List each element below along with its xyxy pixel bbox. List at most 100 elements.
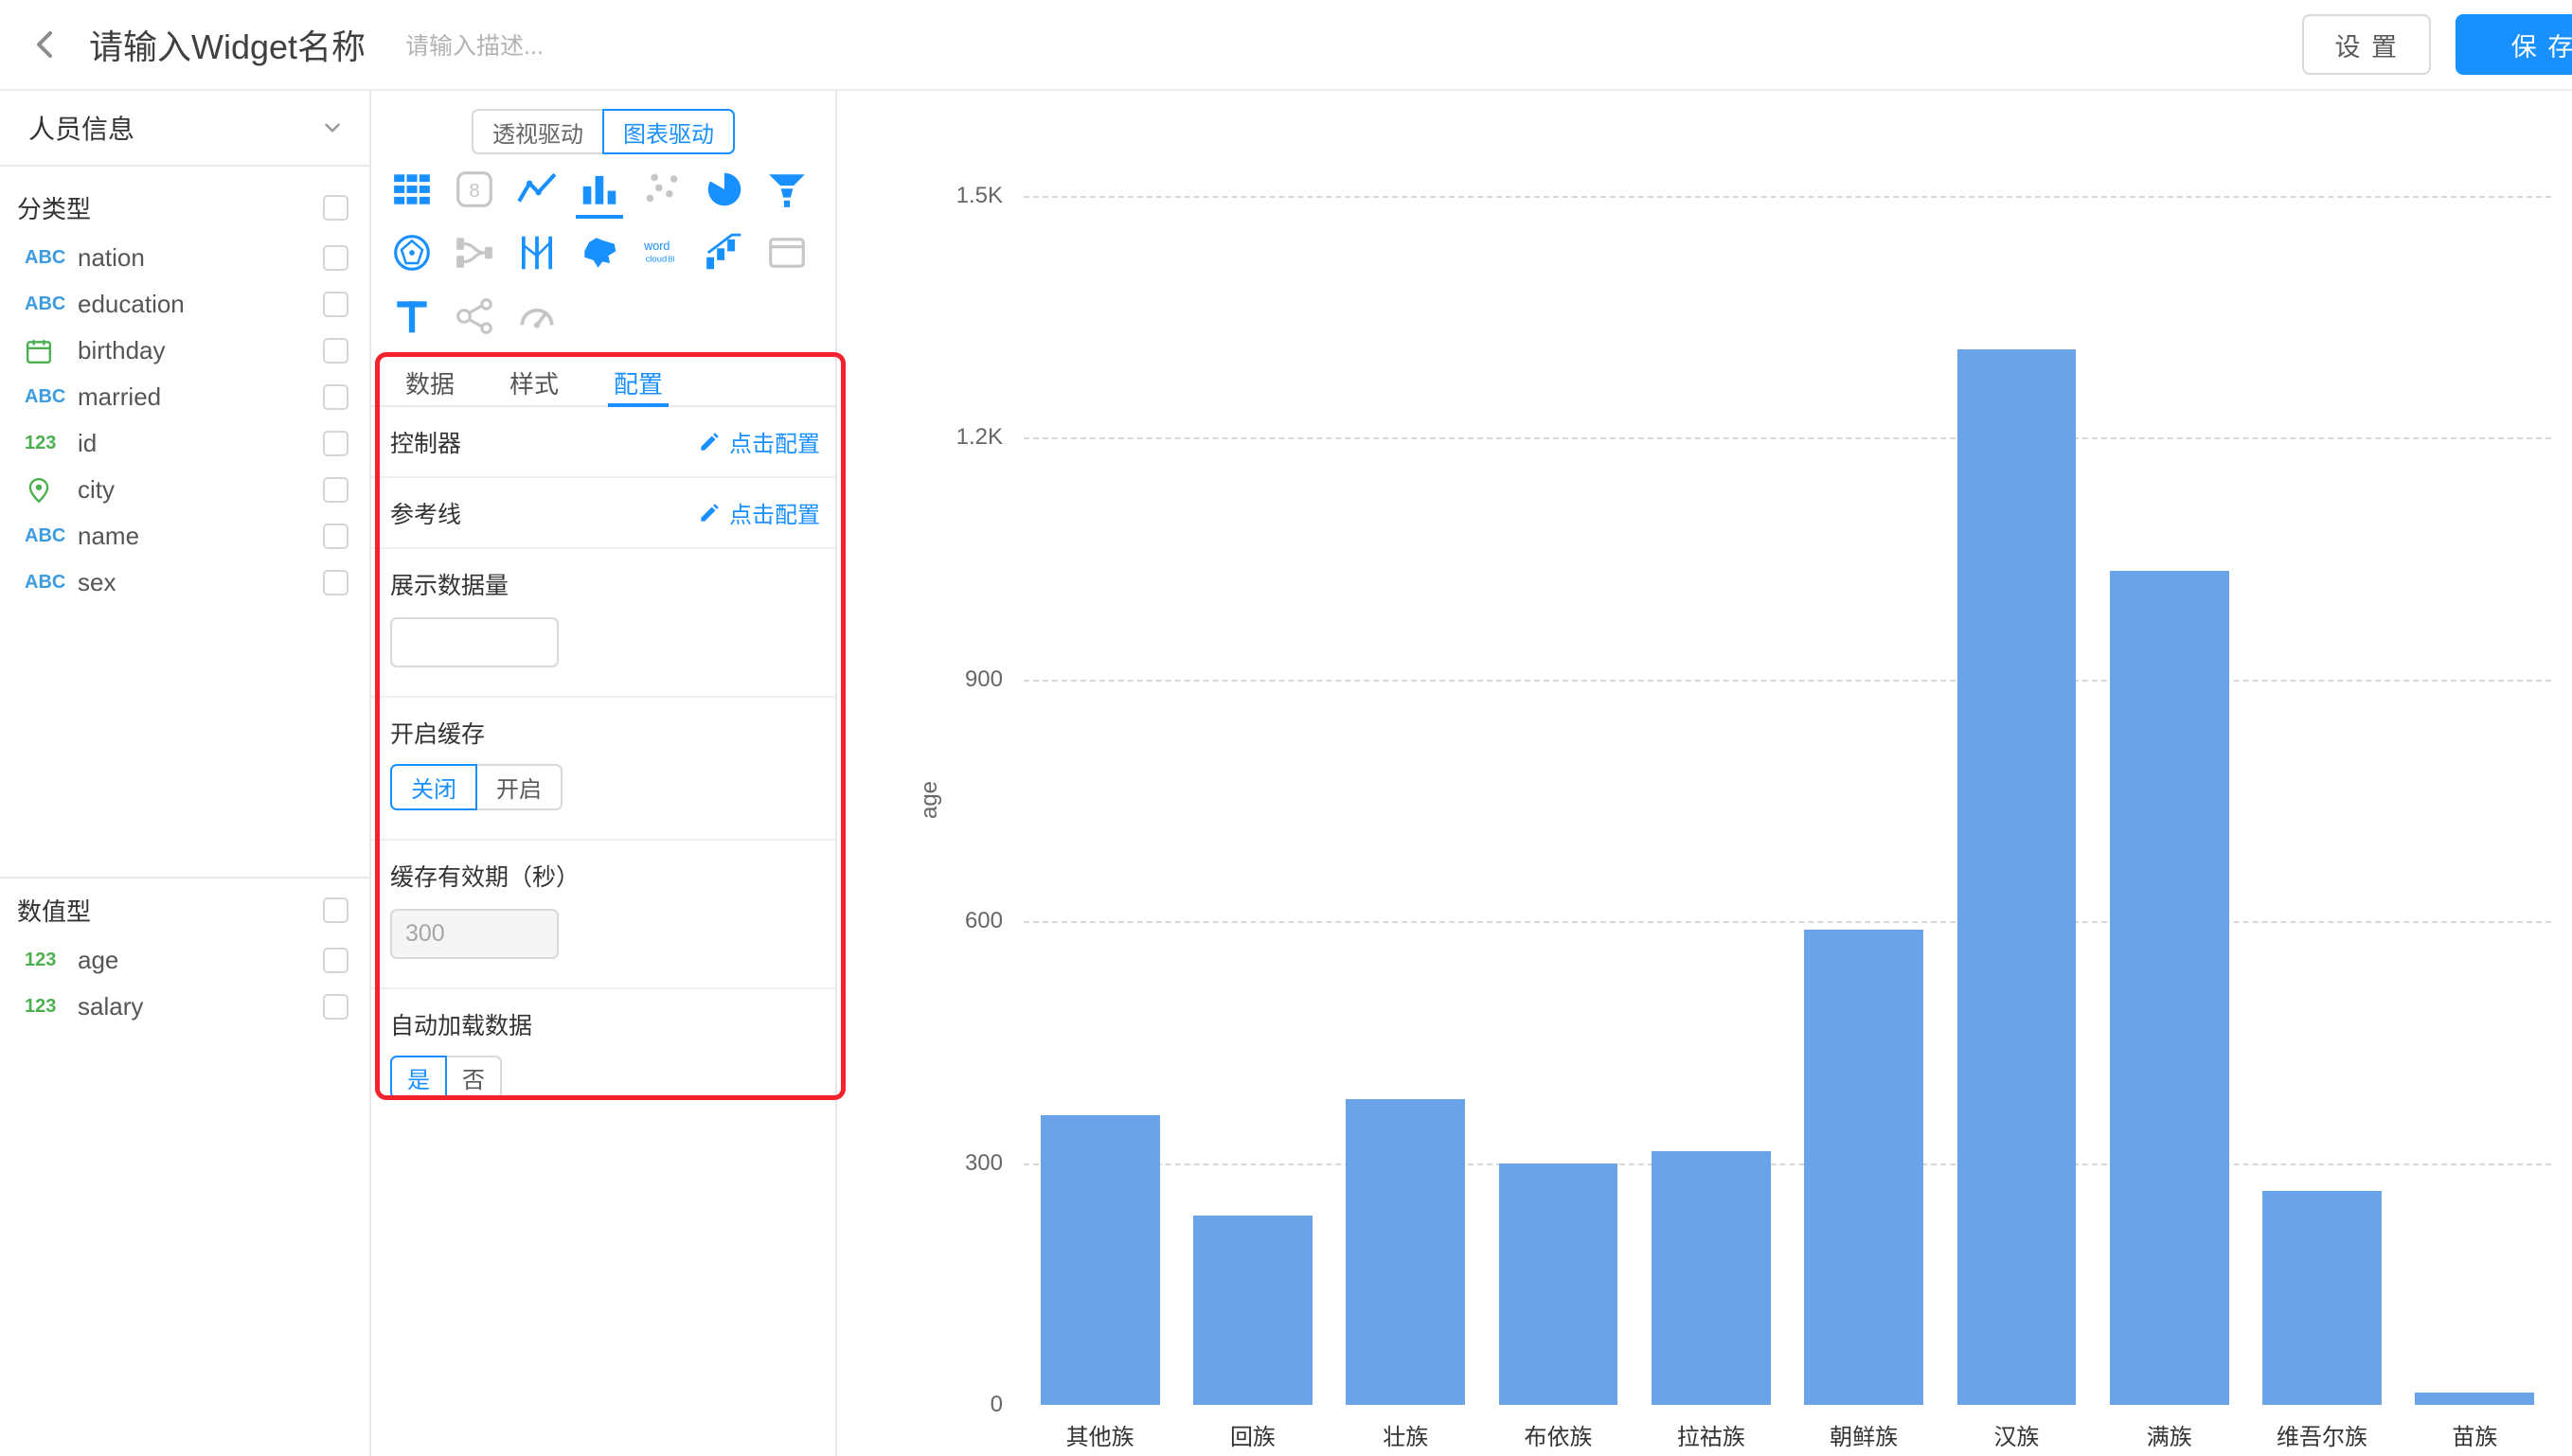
field-checkbox[interactable] bbox=[323, 948, 348, 973]
reference-line-row: 参考线 点击配置 bbox=[371, 478, 835, 549]
option-是[interactable]: 是 bbox=[390, 1056, 447, 1099]
bar-维吾尔族[interactable] bbox=[2262, 1191, 2382, 1405]
field-item-birthday[interactable]: birthday bbox=[0, 328, 369, 374]
field-checkbox[interactable] bbox=[323, 292, 348, 317]
option-开启[interactable]: 开启 bbox=[475, 764, 563, 810]
iframe-chart-icon[interactable] bbox=[756, 229, 818, 276]
field-item-nation[interactable]: ABCnation bbox=[0, 235, 369, 281]
sankey-chart-icon[interactable] bbox=[443, 229, 506, 276]
field-item-city[interactable]: city bbox=[0, 467, 369, 513]
y-axis-tick: 1.2K bbox=[956, 424, 1003, 451]
mode-toggle: 透视驱动图表驱动 bbox=[371, 109, 835, 154]
cache-expire-input bbox=[390, 909, 559, 959]
field-checkbox[interactable] bbox=[323, 384, 348, 410]
y-axis-tick: 300 bbox=[965, 1150, 1003, 1177]
radar-chart-icon[interactable] bbox=[381, 229, 443, 276]
group-checkbox[interactable] bbox=[323, 897, 348, 923]
bar-苗族[interactable] bbox=[2415, 1393, 2534, 1405]
x-axis-label: 苗族 bbox=[2452, 1418, 2497, 1451]
field-item-age[interactable]: 123age bbox=[0, 937, 369, 984]
option-关闭[interactable]: 关闭 bbox=[390, 764, 477, 810]
mode-option-图表驱动[interactable]: 图表驱动 bbox=[602, 109, 735, 154]
wordcloud-chart-icon[interactable]: wordcloudBI bbox=[631, 229, 693, 276]
bar-chart-icon[interactable] bbox=[568, 166, 631, 213]
field-label: education bbox=[78, 290, 323, 319]
view-selector[interactable]: 人员信息 bbox=[0, 91, 369, 167]
group-checkbox[interactable] bbox=[323, 195, 348, 221]
svg-text:cloud: cloud bbox=[646, 253, 668, 263]
field-type-icon: ABC bbox=[25, 572, 78, 594]
field-label: birthday bbox=[78, 336, 323, 365]
mode-option-透视驱动[interactable]: 透视驱动 bbox=[472, 109, 604, 154]
edit-icon bbox=[697, 430, 722, 454]
save-button[interactable]: 保 存 bbox=[2456, 14, 2572, 75]
field-item-name[interactable]: ABCname bbox=[0, 513, 369, 559]
richtext-chart-icon[interactable] bbox=[381, 293, 443, 340]
widget-description-input[interactable]: 请输入描述... bbox=[405, 27, 544, 62]
widget-name-input[interactable]: 请输入Widget名称 bbox=[89, 20, 366, 69]
field-item-id[interactable]: 123id bbox=[0, 420, 369, 467]
field-label: id bbox=[78, 429, 323, 458]
bar-拉祜族[interactable] bbox=[1652, 1151, 1771, 1405]
field-checkbox[interactable] bbox=[323, 338, 348, 364]
field-type-icon: ABC bbox=[25, 293, 78, 315]
x-axis-label: 壮族 bbox=[1383, 1418, 1428, 1451]
waterfall-chart-icon[interactable] bbox=[693, 229, 756, 276]
tab-配置[interactable]: 配置 bbox=[608, 360, 669, 405]
field-type-icon bbox=[25, 476, 78, 505]
field-item-married[interactable]: ABCmarried bbox=[0, 374, 369, 420]
back-button[interactable] bbox=[27, 26, 64, 63]
field-checkbox[interactable] bbox=[323, 431, 348, 456]
parallel-chart-icon[interactable] bbox=[506, 229, 568, 276]
tab-数据[interactable]: 数据 bbox=[400, 360, 460, 405]
funnel-chart-icon[interactable] bbox=[756, 166, 818, 213]
scorecard-chart-icon[interactable]: 8 bbox=[443, 166, 506, 213]
gauge-chart-icon[interactable] bbox=[506, 293, 568, 340]
field-item-education[interactable]: ABCeducation bbox=[0, 281, 369, 328]
cache-section: 开启缓存 关闭开启 bbox=[371, 698, 835, 841]
bar-朝鲜族[interactable] bbox=[1804, 930, 1923, 1405]
table-chart-icon[interactable] bbox=[381, 166, 443, 213]
field-checkbox[interactable] bbox=[323, 994, 348, 1020]
map-chart-icon[interactable] bbox=[568, 229, 631, 276]
bar-其他族[interactable] bbox=[1041, 1115, 1160, 1405]
bar-壮族[interactable] bbox=[1346, 1099, 1465, 1406]
display-limit-input[interactable] bbox=[390, 617, 559, 667]
scatter-chart-icon[interactable] bbox=[631, 166, 693, 213]
pie-chart-icon[interactable] bbox=[693, 166, 756, 213]
field-checkbox[interactable] bbox=[323, 524, 348, 549]
reference-line-label: 参考线 bbox=[390, 496, 461, 530]
field-label: sex bbox=[78, 568, 323, 597]
tab-样式[interactable]: 样式 bbox=[504, 360, 564, 405]
field-checkbox[interactable] bbox=[323, 245, 348, 271]
field-item-sex[interactable]: ABCsex bbox=[0, 559, 369, 606]
view-name: 人员信息 bbox=[28, 109, 134, 147]
x-axis-label: 布依族 bbox=[1525, 1418, 1593, 1451]
reference-line-configure-link[interactable]: 点击配置 bbox=[697, 496, 820, 529]
bar-汉族[interactable] bbox=[1957, 349, 2077, 1405]
field-groups: 分类型ABCnationABCeducationbirthdayABCmarri… bbox=[0, 167, 369, 1030]
relation-chart-icon[interactable] bbox=[443, 293, 506, 340]
option-否[interactable]: 否 bbox=[445, 1056, 502, 1099]
bar-满族[interactable] bbox=[2110, 571, 2229, 1405]
field-label: married bbox=[78, 382, 323, 412]
svg-text:word: word bbox=[643, 240, 670, 253]
field-checkbox[interactable] bbox=[323, 570, 348, 595]
field-type-icon: ABC bbox=[25, 386, 78, 408]
x-axis-label: 回族 bbox=[1230, 1418, 1276, 1451]
line-chart-icon[interactable] bbox=[506, 166, 568, 213]
cache-expire-label: 缓存有效期（秒） bbox=[390, 863, 816, 892]
field-type-icon: 123 bbox=[25, 950, 78, 971]
controller-configure-link[interactable]: 点击配置 bbox=[697, 425, 820, 458]
y-axis-tick: 600 bbox=[965, 908, 1003, 934]
field-checkbox[interactable] bbox=[323, 477, 348, 503]
y-axis-tick: 0 bbox=[991, 1392, 1003, 1418]
settings-button[interactable]: 设 置 bbox=[2302, 14, 2431, 75]
field-item-salary[interactable]: 123salary bbox=[0, 984, 369, 1030]
bar-回族[interactable] bbox=[1193, 1216, 1313, 1405]
auto-load-label: 自动加载数据 bbox=[390, 1012, 816, 1040]
field-type-icon: 123 bbox=[25, 996, 78, 1018]
chevron-down-icon bbox=[320, 115, 345, 140]
bar-布依族[interactable] bbox=[1499, 1163, 1618, 1405]
gridline bbox=[1024, 437, 2551, 439]
